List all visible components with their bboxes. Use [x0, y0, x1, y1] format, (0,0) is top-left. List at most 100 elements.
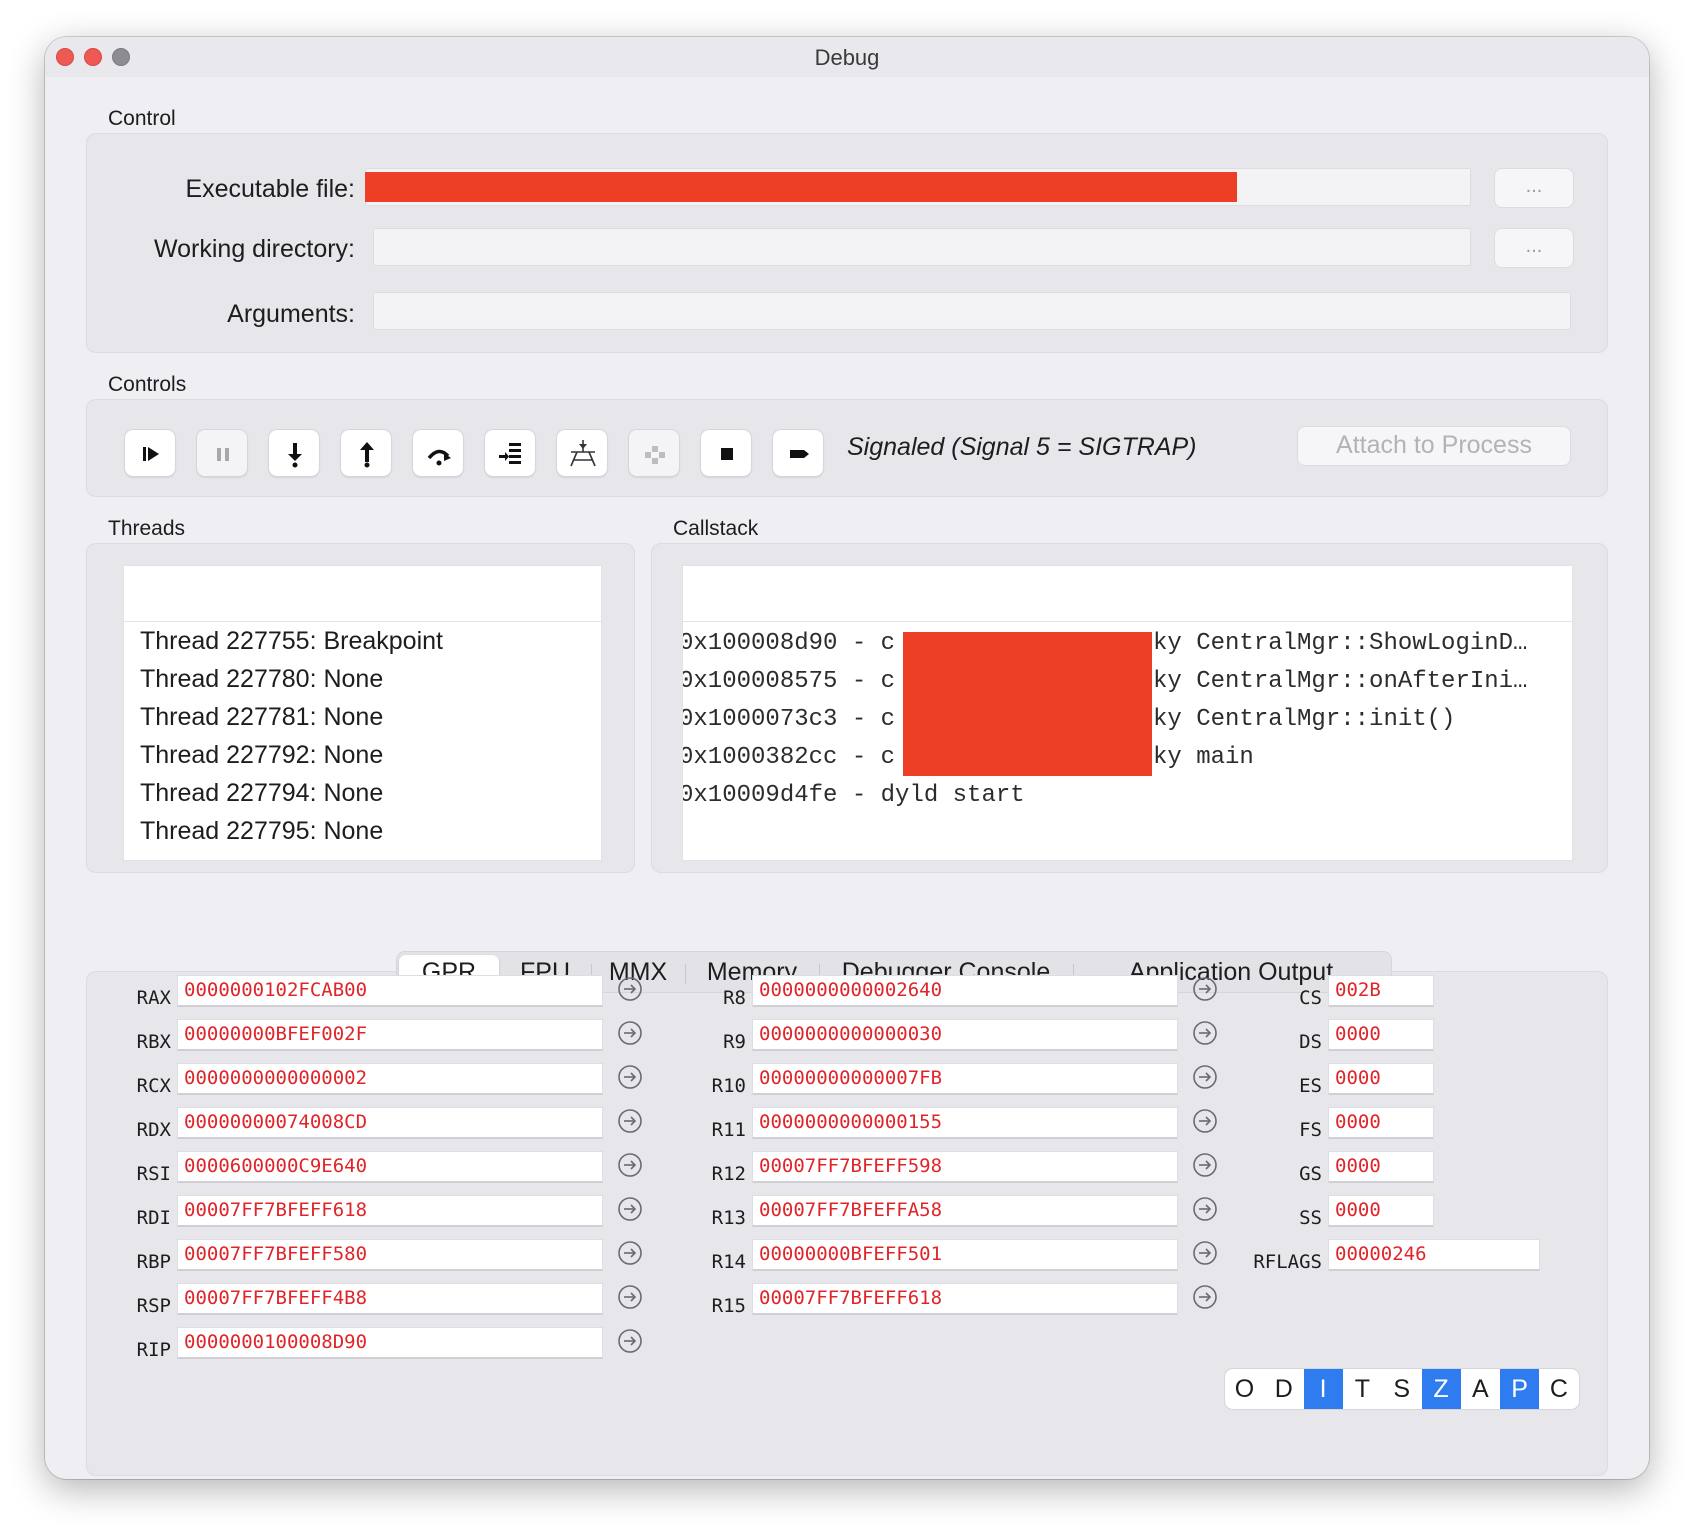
attach-to-process-button[interactable]: Attach to Process	[1297, 426, 1571, 466]
arguments-field[interactable]	[373, 292, 1571, 330]
redaction-block	[903, 632, 1152, 776]
register-value-field[interactable]: 0000	[1328, 1151, 1434, 1183]
flag-i[interactable]: I	[1303, 1369, 1343, 1409]
register-value-field[interactable]: 0000000000002640	[752, 975, 1178, 1007]
goto-address-icon[interactable]	[617, 976, 643, 1002]
register-value-field[interactable]: 00007FF7BFEFFA58	[752, 1195, 1178, 1227]
callstack-frame-address[interactable]: 0x1000382cc - c	[683, 744, 895, 771]
goto-address-icon[interactable]	[1192, 976, 1218, 1002]
flag-o[interactable]: O	[1225, 1369, 1264, 1409]
register-value-field[interactable]: 0000000000000030	[752, 1019, 1178, 1051]
register-label: RIP	[136, 1339, 171, 1361]
callstack-frame-address[interactable]: 0x1000073c3 - c	[683, 706, 895, 733]
callstack-frame-address[interactable]: 0x100008d90 - c	[683, 630, 895, 657]
register-label: GS	[1299, 1163, 1322, 1185]
thread-row[interactable]: Thread 227755: Breakpoint	[140, 627, 443, 656]
register-value-field[interactable]: 0000000102FCAB00	[177, 975, 603, 1007]
goto-address-icon[interactable]	[617, 1108, 643, 1134]
step-instruction-button[interactable]	[556, 429, 608, 477]
flag-c[interactable]: C	[1539, 1369, 1578, 1409]
register-value-field[interactable]: 00007FF7BFEFF4B8	[177, 1283, 603, 1315]
register-label: RDX	[136, 1119, 171, 1141]
step-over-button[interactable]	[412, 429, 464, 477]
redaction-bar	[365, 172, 1237, 202]
flag-p[interactable]: P	[1500, 1369, 1540, 1409]
flag-s[interactable]: S	[1382, 1369, 1421, 1409]
goto-address-icon[interactable]	[617, 1284, 643, 1310]
register-label: R11	[711, 1119, 746, 1141]
step-out-icon	[360, 442, 374, 468]
register-value-field[interactable]: 0000000100008D90	[177, 1327, 603, 1359]
thread-row[interactable]: Thread 227795: None	[140, 817, 383, 846]
rflags-field[interactable]: 00000246	[1328, 1239, 1540, 1271]
flag-t[interactable]: T	[1343, 1369, 1382, 1409]
goto-address-icon[interactable]	[617, 1196, 643, 1222]
goto-address-icon[interactable]	[617, 1064, 643, 1090]
register-label: SS	[1299, 1207, 1322, 1229]
run-to-cursor-button[interactable]	[484, 429, 536, 477]
register-value-field[interactable]: 00007FF7BFEFF618	[752, 1283, 1178, 1315]
detach-button[interactable]	[628, 429, 680, 477]
goto-address-icon[interactable]	[1192, 1284, 1218, 1310]
register-value-field[interactable]: 0000000000000155	[752, 1107, 1178, 1139]
step-into-button[interactable]	[268, 429, 320, 477]
browse-executable-button[interactable]: ...	[1494, 168, 1574, 208]
controls-section-label: Controls	[108, 373, 187, 396]
goto-address-icon[interactable]	[1192, 1064, 1218, 1090]
register-value-field[interactable]: 0000	[1328, 1107, 1434, 1139]
goto-address-icon[interactable]	[1192, 1240, 1218, 1266]
stop-button[interactable]	[700, 429, 752, 477]
goto-address-icon[interactable]	[617, 1152, 643, 1178]
thread-row[interactable]: Thread 227781: None	[140, 703, 383, 732]
goto-address-icon[interactable]	[617, 1020, 643, 1046]
step-out-button[interactable]	[340, 429, 392, 477]
goto-address-icon[interactable]	[1192, 1020, 1218, 1046]
register-label: FS	[1299, 1119, 1322, 1141]
register-value-field[interactable]: 00000000BFEF002F	[177, 1019, 603, 1051]
goto-address-icon[interactable]	[1192, 1108, 1218, 1134]
flag-d[interactable]: D	[1264, 1369, 1303, 1409]
register-label: R8	[723, 987, 746, 1009]
thread-row[interactable]: Thread 227780: None	[140, 665, 383, 694]
register-value-field[interactable]: 0000	[1328, 1019, 1434, 1051]
goto-address-icon[interactable]	[617, 1240, 643, 1266]
browse-directory-button[interactable]: ...	[1494, 228, 1574, 268]
thread-row[interactable]: Thread 227794: None	[140, 779, 383, 808]
register-value-field[interactable]: 00007FF7BFEFF598	[752, 1151, 1178, 1183]
register-value-field[interactable]: 00000000BFEFF501	[752, 1239, 1178, 1271]
run-button[interactable]	[124, 429, 176, 477]
register-value-field[interactable]: 002B	[1328, 975, 1434, 1007]
callstack-frame-address[interactable]: 0x100008575 - c	[683, 668, 895, 695]
flag-a[interactable]: A	[1461, 1369, 1500, 1409]
register-value-field[interactable]: 0000000000000002	[177, 1063, 603, 1095]
register-value-field[interactable]: 00000000000007FB	[752, 1063, 1178, 1095]
run-to-cursor-icon	[499, 443, 521, 464]
executable-label: Executable file:	[185, 175, 355, 203]
register-value-field[interactable]: 0000	[1328, 1195, 1434, 1227]
register-value-field[interactable]: 00007FF7BFEFF580	[177, 1239, 603, 1271]
thread-row[interactable]: Thread 227792: None	[140, 741, 383, 770]
register-label: R13	[711, 1207, 746, 1229]
callstack-frame-address[interactable]: 0x10009d4fe - dyld start	[683, 782, 1025, 809]
register-label: R14	[711, 1251, 746, 1273]
threads-list[interactable]: Thread 227755: Breakpoint Thread 227780:…	[123, 565, 602, 861]
threads-list-header	[124, 566, 601, 622]
working-directory-field[interactable]	[373, 228, 1471, 266]
goto-address-icon[interactable]	[617, 1328, 643, 1354]
kill-icon	[790, 450, 809, 458]
goto-address-icon[interactable]	[1192, 1152, 1218, 1178]
pause-button[interactable]	[196, 429, 248, 477]
flag-z[interactable]: Z	[1421, 1369, 1461, 1409]
pause-icon	[217, 448, 229, 461]
register-value-field[interactable]: 0000600000C9E640	[177, 1151, 603, 1183]
register-label: R10	[711, 1075, 746, 1097]
kill-button[interactable]	[772, 429, 824, 477]
register-label: RDI	[136, 1207, 171, 1229]
register-value-field[interactable]: 00007FF7BFEFF618	[177, 1195, 603, 1227]
goto-address-icon[interactable]	[1192, 1196, 1218, 1222]
register-label: RSI	[136, 1163, 171, 1185]
register-label: R15	[711, 1295, 746, 1317]
callstack-list[interactable]: 0x100008d90 - c ky CentralMgr::ShowLogin…	[682, 565, 1573, 861]
register-value-field[interactable]: 00000000074008CD	[177, 1107, 603, 1139]
register-value-field[interactable]: 0000	[1328, 1063, 1434, 1095]
